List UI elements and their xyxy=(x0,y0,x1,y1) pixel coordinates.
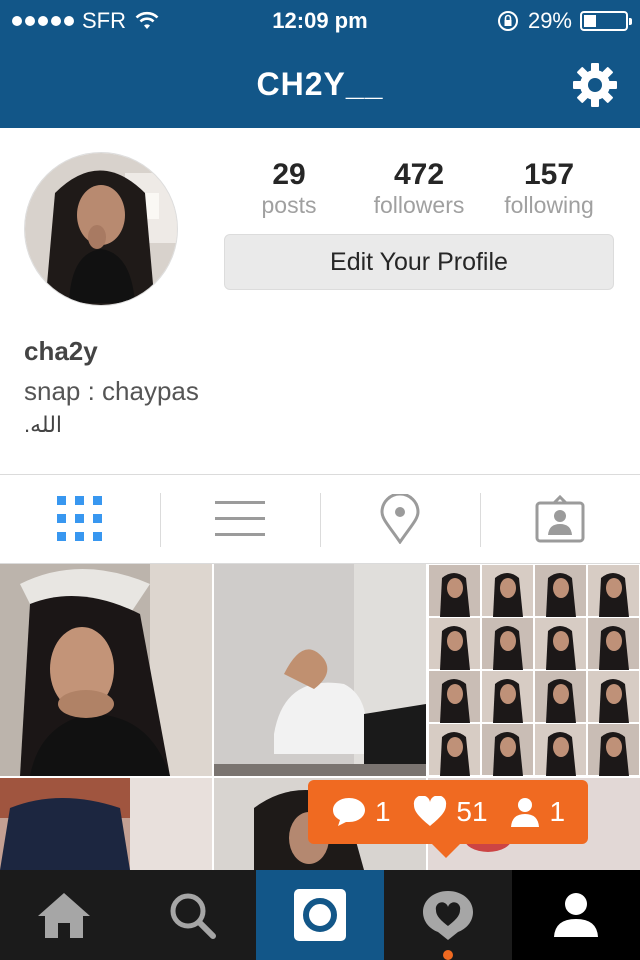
following-count: 157 xyxy=(523,158,575,191)
profile-username-title: CH2Y__ xyxy=(256,66,384,102)
activity-heart-icon xyxy=(423,891,473,940)
comments-count: 1 xyxy=(374,796,391,827)
photo-thumbnail[interactable] xyxy=(0,564,212,776)
notification-comments: 1 xyxy=(331,796,391,828)
battery-icon xyxy=(580,11,632,31)
stat-posts[interactable]: 29 posts xyxy=(224,158,354,218)
tab-tagged-view[interactable] xyxy=(480,475,640,563)
status-right: 29% xyxy=(496,8,632,34)
comment-bubble-icon xyxy=(332,798,365,826)
tagged-person-icon xyxy=(535,495,585,543)
notification-follows: 1 xyxy=(509,796,565,828)
tab-home[interactable] xyxy=(0,870,128,960)
profile-view-tabs xyxy=(0,474,640,564)
photo-thumbnail-collage[interactable] xyxy=(428,564,640,776)
posts-label: posts xyxy=(261,192,317,218)
home-icon xyxy=(38,893,90,938)
search-icon xyxy=(170,893,216,939)
profile-bio-line-2: .الله xyxy=(24,412,63,437)
following-label: following xyxy=(504,192,594,218)
photo-thumbnail[interactable] xyxy=(0,778,212,870)
location-pin-icon xyxy=(380,494,420,544)
followers-count: 472 xyxy=(393,158,445,191)
notification-likes: 51 xyxy=(412,796,488,828)
heart-icon xyxy=(414,796,447,826)
status-bar: SFR 12:09 pm 29% xyxy=(0,0,640,40)
profile-section: 29 posts 472 followers 157 following Edi… xyxy=(0,128,640,474)
profile-display-name: cha2y xyxy=(24,336,98,366)
profile-header: CH2Y__ xyxy=(0,40,640,128)
tab-grid-view[interactable] xyxy=(0,475,160,563)
tab-profile[interactable] xyxy=(512,870,640,960)
photo-thumbnail[interactable] xyxy=(214,564,426,776)
likes-count: 51 xyxy=(456,796,488,827)
battery-percent: 29% xyxy=(527,8,572,33)
avatar[interactable] xyxy=(24,152,178,306)
rotation-lock-icon xyxy=(497,11,518,31)
tab-map-view[interactable] xyxy=(320,475,480,563)
activity-notification-popup[interactable]: 1 51 1 xyxy=(308,780,588,858)
posts-count: 29 xyxy=(272,158,306,191)
camera-icon xyxy=(294,889,346,941)
tab-explore[interactable] xyxy=(128,870,256,960)
stat-following[interactable]: 157 following xyxy=(484,158,614,218)
bottom-tab-bar xyxy=(0,870,640,960)
person-icon xyxy=(554,893,598,937)
tab-activity[interactable] xyxy=(384,870,512,960)
list-icon xyxy=(215,501,265,536)
tab-camera[interactable] xyxy=(256,870,384,960)
person-icon xyxy=(511,798,540,827)
followers-label: followers xyxy=(373,192,465,218)
stat-followers[interactable]: 472 followers xyxy=(354,158,484,218)
edit-profile-button[interactable]: Edit Your Profile xyxy=(224,234,614,290)
follows-count: 1 xyxy=(549,796,566,827)
activity-indicator-dot xyxy=(443,950,453,960)
profile-bio-line-1: snap : chaypas xyxy=(24,376,199,406)
grid-icon xyxy=(57,496,102,541)
profile-stats: 29 posts 472 followers 157 following xyxy=(224,158,614,218)
gear-icon[interactable] xyxy=(572,62,618,108)
tab-list-view[interactable] xyxy=(160,475,320,563)
